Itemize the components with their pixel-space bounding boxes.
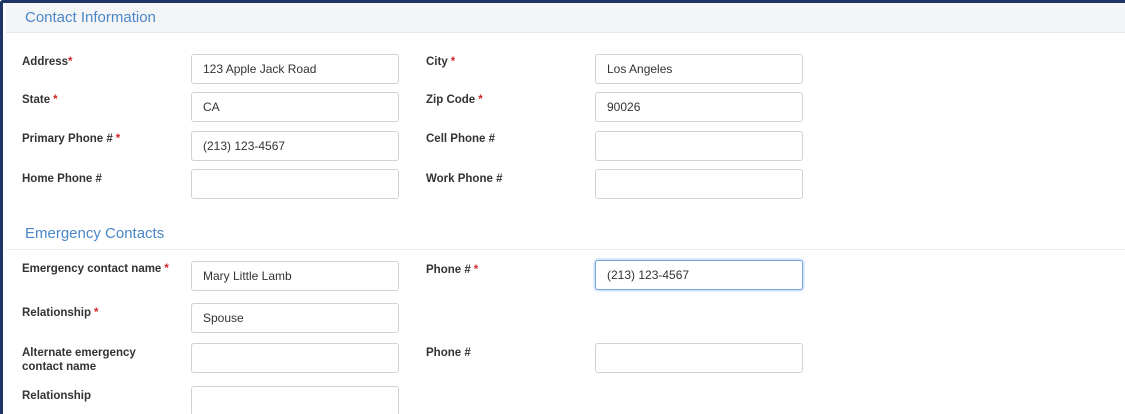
city-input[interactable] [595,54,803,84]
contact-information-header: Contact Information [6,3,1125,33]
emergency-phone-input[interactable] [595,260,803,290]
relationship-input[interactable] [191,303,399,333]
work-phone-label: Work Phone # [426,173,503,185]
state-input[interactable] [191,92,399,122]
required-marker: * [68,56,73,68]
required-marker: * [473,264,479,276]
city-label: City * [426,56,456,68]
required-marker: * [164,263,169,275]
alternate-relationship-input[interactable] [191,386,399,414]
cell-phone-input[interactable] [595,131,803,161]
primary-phone-label: Primary Phone # * [22,133,121,145]
zip-code-label: Zip Code * [426,94,483,106]
required-marker: * [450,56,456,68]
emergency-contact-name-input[interactable] [191,261,399,291]
required-marker: * [94,307,99,319]
alternate-contact-name-label: Alternate emergency contact name [22,347,136,373]
state-label: State * [22,94,58,106]
alternate-contact-name-input[interactable] [191,343,399,373]
address-label: Address* [22,56,73,68]
home-phone-input[interactable] [191,169,399,199]
emergency-contacts-header: Emergency Contacts [6,218,1125,250]
alternate-relationship-label: Relationship [22,390,92,402]
zip-code-input[interactable] [595,92,803,122]
primary-phone-input[interactable] [191,131,399,161]
relationship-label: Relationship * [22,307,99,319]
contact-information-title: Contact Information [25,9,156,26]
alternate-phone-label: Phone # [426,347,471,359]
home-phone-label: Home Phone # [22,173,102,185]
work-phone-input[interactable] [595,169,803,199]
required-marker: * [478,94,483,106]
address-input[interactable] [191,54,399,84]
emergency-contacts-title: Emergency Contacts [25,225,165,242]
emergency-contact-name-label: Emergency contact name * [22,263,169,275]
alternate-phone-input[interactable] [595,343,803,373]
contact-form-panel: Contact Information Address* City* State… [0,0,1125,414]
required-marker: * [115,133,121,145]
required-marker: * [53,94,58,106]
cell-phone-label: Cell Phone # [426,133,496,145]
emergency-phone-label: Phone # * [426,264,479,276]
